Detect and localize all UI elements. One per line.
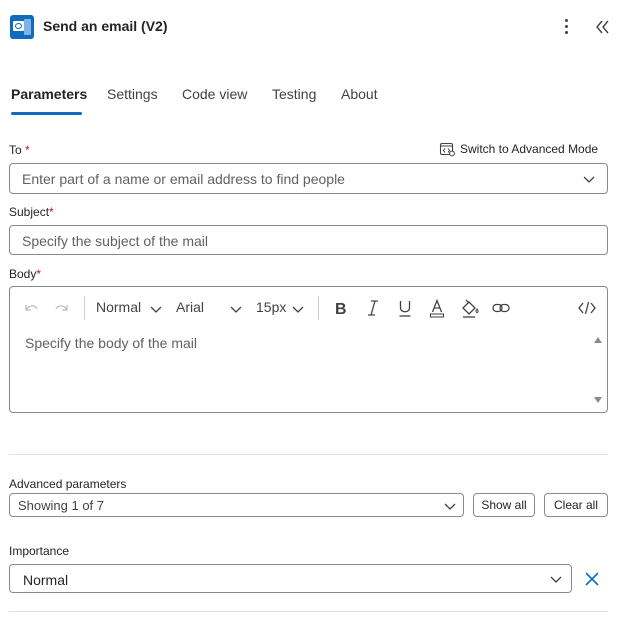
to-label: To * (9, 143, 30, 157)
format-select[interactable]: Normal (96, 299, 141, 315)
clear-all-button[interactable]: Clear all (544, 493, 608, 517)
remove-parameter-close-icon[interactable] (583, 570, 601, 588)
subject-placeholder: Specify the subject of the mail (22, 233, 208, 249)
svg-text:B: B (335, 301, 347, 318)
advanced-parameters-label: Advanced parameters (9, 477, 127, 491)
to-placeholder: Enter part of a name or email address to… (22, 171, 345, 187)
chevron-down-icon[interactable] (443, 499, 457, 513)
to-input[interactable]: Enter part of a name or email address to… (9, 163, 608, 194)
bold-icon[interactable]: B (332, 297, 350, 319)
more-vertical-icon[interactable] (558, 16, 576, 38)
underline-icon[interactable] (396, 297, 414, 319)
subject-label: Subject* (9, 205, 54, 219)
panel-header: Send an email (V2) (0, 0, 621, 56)
active-tab-indicator (11, 112, 82, 115)
redo-icon[interactable] (53, 297, 71, 319)
font-size-select[interactable]: 15px (256, 299, 286, 315)
subject-input[interactable]: Specify the subject of the mail (9, 225, 608, 255)
chevron-down-icon[interactable] (229, 302, 243, 316)
body-rich-text-editor[interactable]: Normal Arial 15px B Specify the body of … (9, 286, 608, 413)
chevron-down-icon[interactable] (291, 302, 305, 316)
tab-settings[interactable]: Settings (107, 86, 158, 102)
importance-value: Normal (23, 572, 69, 588)
chevron-down-icon[interactable] (582, 172, 596, 186)
editor-toolbar: Normal Arial 15px B (10, 287, 607, 329)
font-select[interactable]: Arial (176, 299, 204, 315)
tab-bar: Parameters Settings Code view Testing Ab… (0, 82, 621, 118)
action-title: Send an email (V2) (43, 18, 168, 34)
body-placeholder: Specify the body of the mail (25, 335, 197, 351)
link-icon[interactable] (491, 297, 511, 319)
collapse-double-chevron-icon[interactable] (593, 17, 613, 37)
scroll-down-arrow-icon[interactable] (594, 397, 602, 403)
outlook-icon (10, 15, 34, 39)
scroll-up-arrow-icon[interactable] (594, 337, 602, 343)
tab-testing[interactable]: Testing (272, 86, 316, 102)
tab-about[interactable]: About (341, 86, 378, 102)
toolbar-divider (84, 296, 85, 320)
advanced-parameters-value: Showing 1 of 7 (18, 498, 105, 513)
importance-select[interactable]: Normal (9, 564, 572, 593)
tab-parameters[interactable]: Parameters (11, 86, 87, 102)
advanced-parameters-select[interactable]: Showing 1 of 7 (9, 493, 464, 517)
section-divider (9, 454, 608, 455)
section-divider (9, 611, 608, 612)
importance-label: Importance (9, 544, 70, 558)
switch-advanced-mode-label: Switch to Advanced Mode (460, 142, 599, 156)
toolbar-divider (318, 296, 319, 320)
code-view-icon[interactable] (577, 297, 597, 319)
chevron-down-icon[interactable] (549, 572, 563, 586)
undo-icon[interactable] (22, 297, 40, 319)
italic-icon[interactable] (364, 297, 382, 319)
body-label: Body* (9, 267, 42, 281)
tab-code-view[interactable]: Code view (182, 86, 247, 102)
show-all-button[interactable]: Show all (473, 493, 535, 517)
switch-mode-icon (439, 141, 455, 157)
highlight-fill-icon[interactable] (459, 297, 479, 319)
font-color-icon[interactable] (428, 297, 446, 319)
chevron-down-icon[interactable] (149, 302, 163, 316)
